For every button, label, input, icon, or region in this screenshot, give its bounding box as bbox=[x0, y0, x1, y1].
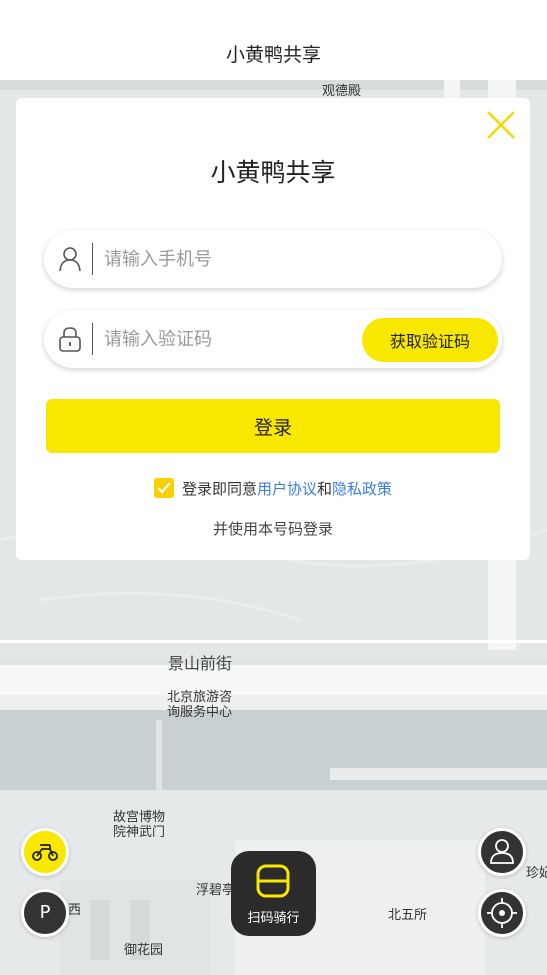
user-agreement-link[interactable]: 用户协议 bbox=[257, 480, 317, 498]
scan-ride-label: 扫码骑行 bbox=[247, 911, 300, 926]
code-divider bbox=[92, 323, 93, 355]
map-label-jingshanqianjie: 景山前街 bbox=[168, 654, 233, 673]
user-icon bbox=[59, 247, 81, 272]
dialog-title: 小黄鸭共享 bbox=[210, 158, 336, 187]
map-label-yuhuayuan: 御花园 bbox=[124, 943, 164, 958]
map-label-tourism-2: 询服务中心 bbox=[167, 705, 233, 720]
scan-ride-button[interactable]: 扫码骑行 bbox=[231, 851, 316, 936]
header-title: 小黄鸭共享 bbox=[225, 44, 321, 66]
map-label-guandedian: 观德殿 bbox=[322, 84, 362, 99]
agreement-row: 登录即同意用户协议和隐私政策 bbox=[16, 478, 530, 499]
map-label-fubi: 浮碧亭 bbox=[196, 883, 236, 898]
phone-field bbox=[44, 230, 502, 288]
scan-icon bbox=[256, 864, 290, 898]
lock-icon bbox=[59, 327, 81, 352]
agree-and: 和 bbox=[317, 480, 333, 498]
map-label-zhenfei: 珍妃井 bbox=[526, 866, 547, 881]
profile-icon bbox=[490, 839, 514, 864]
login-button[interactable]: 登录 bbox=[46, 399, 500, 453]
privacy-policy-link[interactable]: 隐私政策 bbox=[332, 480, 392, 498]
app-header: 小黄鸭共享 bbox=[0, 0, 547, 80]
profile-button[interactable] bbox=[478, 828, 526, 876]
phone-input[interactable] bbox=[104, 240, 354, 278]
map-label-beiwusuo: 北五所 bbox=[388, 908, 428, 923]
map-label-gugong-1: 故宫博物 bbox=[113, 810, 166, 825]
bike-button[interactable] bbox=[21, 828, 69, 876]
agree-prefix: 登录即同意 bbox=[181, 480, 257, 498]
agreement-sub: 并使用本号码登录 bbox=[212, 520, 333, 538]
locate-button[interactable] bbox=[478, 889, 526, 937]
close-icon[interactable] bbox=[484, 108, 518, 142]
get-code-button[interactable]: 获取验证码 bbox=[362, 318, 498, 362]
phone-divider bbox=[92, 243, 93, 275]
login-dialog: 小黄鸭共享 获取验证码 登录 登录即同意用户协议和隐私政策 并使用本号码登录 bbox=[16, 98, 530, 560]
map-label-left-edge: 西 bbox=[68, 903, 82, 918]
locate-icon bbox=[487, 898, 517, 928]
map-label-gugong-2: 院神武门 bbox=[113, 825, 166, 840]
bike-icon bbox=[32, 844, 58, 861]
map-label-tourism-1: 北京旅游咨 bbox=[167, 690, 233, 705]
check-icon bbox=[157, 482, 171, 494]
parking-label: P bbox=[39, 902, 51, 923]
parking-button[interactable]: P bbox=[21, 889, 69, 937]
code-input[interactable] bbox=[104, 320, 354, 358]
code-field: 获取验证码 bbox=[44, 310, 502, 368]
agree-checkbox[interactable] bbox=[153, 478, 174, 498]
